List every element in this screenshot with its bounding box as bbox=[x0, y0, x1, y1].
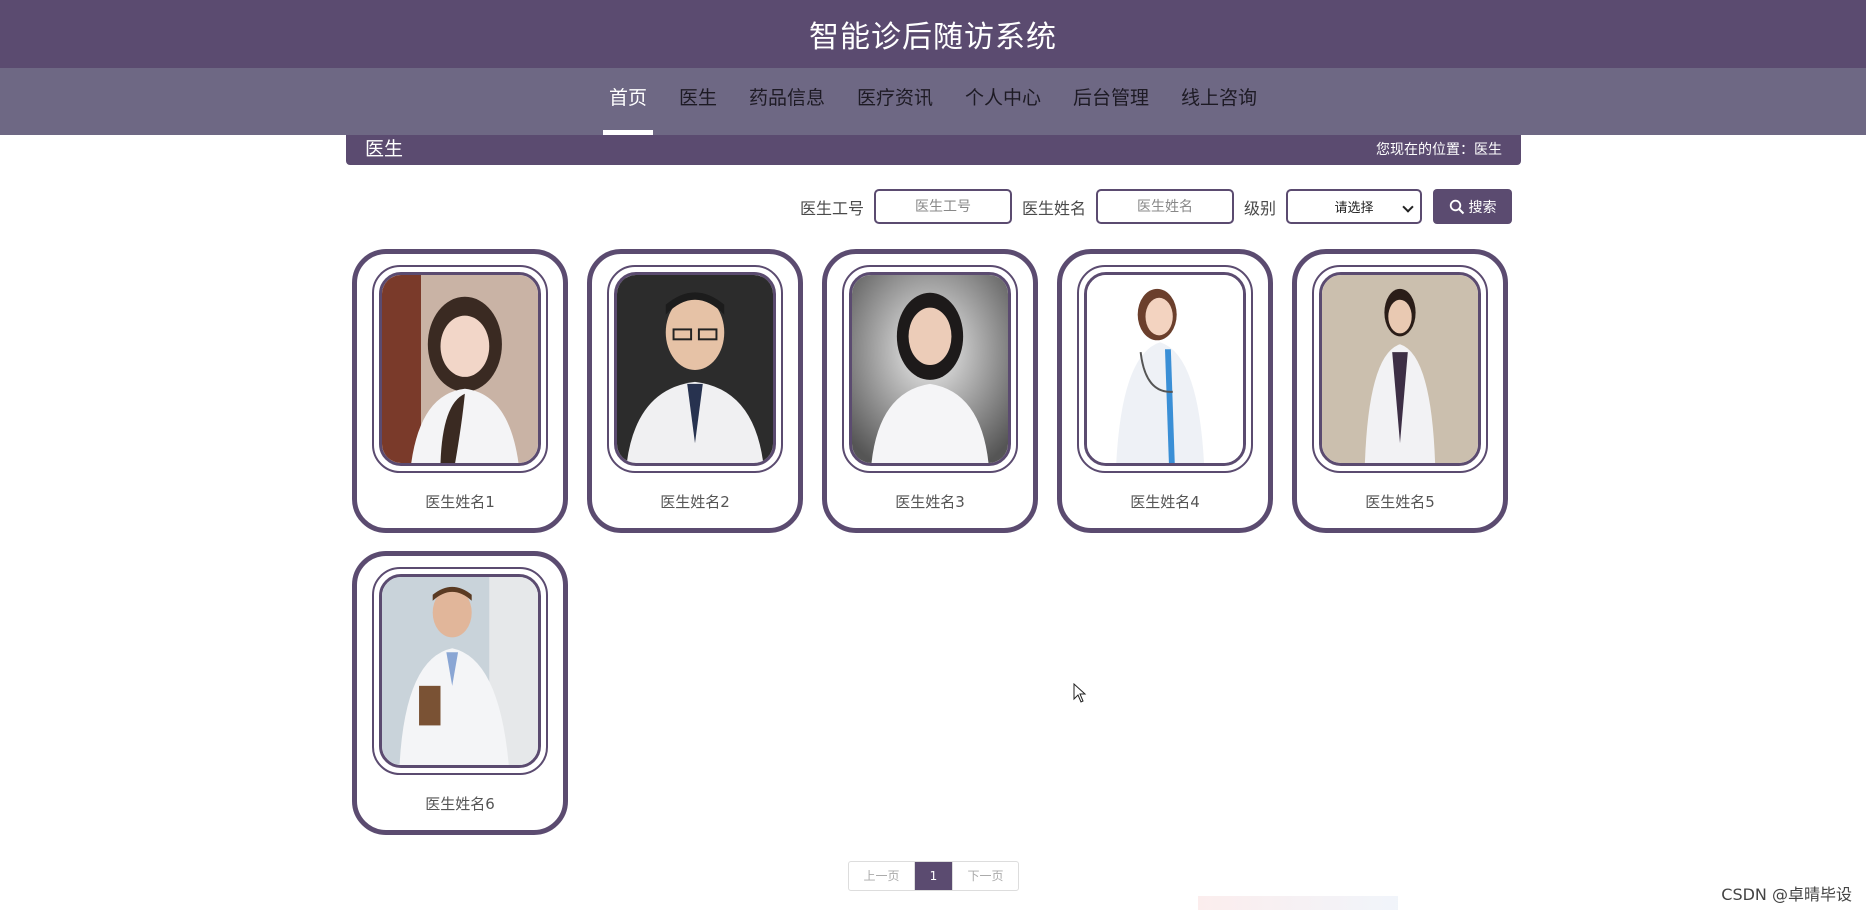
doctor-card[interactable]: 医生姓名1 bbox=[352, 249, 568, 533]
doctor-photo bbox=[1319, 272, 1481, 466]
doctor-photo bbox=[614, 272, 776, 466]
ime-toolbar bbox=[1198, 896, 1398, 910]
photo-frame bbox=[1077, 265, 1253, 473]
page-title: 医生 bbox=[365, 138, 404, 160]
doctor-id-input[interactable] bbox=[873, 189, 1012, 224]
doctor-id-label: 医生工号 bbox=[799, 198, 864, 218]
breadcrumb-location: 您现在的位置：医生 bbox=[1376, 142, 1502, 158]
nav-item-medicine[interactable]: 药品信息 bbox=[733, 68, 841, 135]
doctor-card[interactable]: 医生姓名6 bbox=[352, 551, 568, 835]
photo-frame bbox=[607, 265, 783, 473]
search-button[interactable]: 搜索 bbox=[1433, 189, 1512, 224]
nav-item-admin[interactable]: 后台管理 bbox=[1057, 68, 1165, 135]
doctor-name-input[interactable] bbox=[1095, 189, 1234, 224]
breadcrumb: 医生 您现在的位置：医生 bbox=[346, 135, 1521, 165]
prev-page-button[interactable]: 上一页 bbox=[849, 862, 914, 890]
nav-item-doctors[interactable]: 医生 bbox=[663, 68, 733, 135]
doctor-name: 医生姓名5 bbox=[1365, 493, 1435, 511]
doctor-name: 医生姓名1 bbox=[425, 493, 495, 511]
doctor-name: 医生姓名4 bbox=[1130, 493, 1200, 511]
photo-frame bbox=[372, 567, 548, 775]
page-number-button[interactable]: 1 bbox=[914, 862, 952, 890]
chevron-down-icon bbox=[1402, 201, 1414, 213]
main-nav: 首页 医生 药品信息 医疗资讯 个人中心 后台管理 线上咨询 bbox=[0, 68, 1866, 135]
site-title: 智能诊后随访系统 bbox=[809, 20, 1057, 55]
doctor-name-label: 医生姓名 bbox=[1021, 198, 1086, 218]
nav-item-profile[interactable]: 个人中心 bbox=[949, 68, 1057, 135]
search-form: 医生工号 医生姓名 级别 请选择 搜索 bbox=[800, 189, 1512, 224]
doctor-name: 医生姓名3 bbox=[895, 493, 965, 511]
photo-frame bbox=[1312, 265, 1488, 473]
photo-frame bbox=[372, 265, 548, 473]
level-label: 级别 bbox=[1243, 198, 1276, 218]
photo-frame bbox=[842, 265, 1018, 473]
doctor-name: 医生姓名6 bbox=[425, 795, 495, 813]
next-page-button[interactable]: 下一页 bbox=[952, 862, 1018, 890]
doctor-card[interactable]: 医生姓名3 bbox=[822, 249, 1038, 533]
doctor-photo bbox=[379, 574, 541, 768]
nav-item-consult[interactable]: 线上咨询 bbox=[1165, 68, 1273, 135]
level-select-value: 请选择 bbox=[1334, 201, 1374, 216]
doctor-photo bbox=[1084, 272, 1246, 466]
doctor-card[interactable]: 医生姓名2 bbox=[587, 249, 803, 533]
nav-item-news[interactable]: 医疗资讯 bbox=[841, 68, 949, 135]
watermark: CSDN @卓晴毕设 bbox=[1721, 885, 1852, 904]
mouse-cursor-icon bbox=[1073, 683, 1087, 703]
search-button-label: 搜索 bbox=[1468, 199, 1497, 216]
pagination: 上一页 1 下一页 bbox=[848, 861, 1019, 891]
doctor-name: 医生姓名2 bbox=[660, 493, 730, 511]
top-header: 智能诊后随访系统 bbox=[0, 0, 1866, 68]
nav-item-home[interactable]: 首页 bbox=[593, 68, 663, 135]
doctor-photo bbox=[379, 272, 541, 466]
doctor-card[interactable]: 医生姓名4 bbox=[1057, 249, 1273, 533]
level-select[interactable]: 请选择 bbox=[1286, 189, 1422, 224]
doctor-photo bbox=[849, 272, 1011, 466]
doctor-card[interactable]: 医生姓名5 bbox=[1292, 249, 1508, 533]
search-icon bbox=[1449, 199, 1464, 214]
